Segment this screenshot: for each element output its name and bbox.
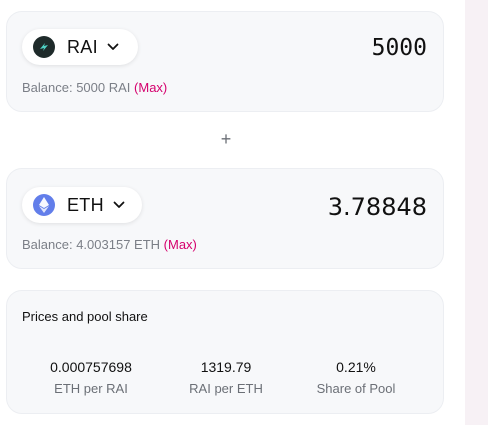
stat-rai-per-eth: 1319.79 RAI per ETH: [161, 359, 291, 396]
eth-token-icon: [33, 194, 55, 216]
rai-token-icon: [33, 36, 55, 58]
side-backdrop: [465, 0, 488, 425]
token-a-symbol: RAI: [67, 36, 98, 57]
add-liquidity-panel: RAI 5000 Balance: 5000 RAI (Max) + ETH 3…: [0, 0, 488, 425]
token-b-input-card: ETH 3.78848 Balance: 4.003157 ETH (Max): [6, 168, 444, 269]
stat-value: 0.21%: [336, 359, 376, 375]
chevron-down-icon: [107, 43, 119, 51]
stat-label: ETH per RAI: [54, 381, 128, 396]
pool-share-title: Prices and pool share: [22, 309, 148, 324]
token-b-balance: Balance: 4.003157 ETH (Max): [22, 237, 197, 252]
token-b-amount-input[interactable]: 3.78848: [328, 193, 427, 221]
plus-icon: +: [220, 129, 232, 149]
token-a-max-button[interactable]: (Max): [134, 80, 167, 95]
token-a-balance: Balance: 5000 RAI (Max): [22, 80, 167, 95]
stat-value: 1319.79: [200, 359, 252, 375]
stat-value: 0.000757698: [50, 359, 132, 375]
token-a-amount-input[interactable]: 5000: [372, 35, 427, 61]
stat-eth-per-rai: 0.000757698 ETH per RAI: [26, 359, 156, 396]
token-a-balance-label: Balance: 5000 RAI: [22, 80, 131, 95]
stat-label: RAI per ETH: [189, 381, 263, 396]
chevron-down-icon: [113, 201, 125, 209]
stat-share-of-pool: 0.21% Share of Pool: [291, 359, 421, 396]
token-b-max-button[interactable]: (Max): [164, 237, 197, 252]
token-b-symbol: ETH: [67, 194, 104, 215]
token-a-input-card: RAI 5000 Balance: 5000 RAI (Max): [6, 11, 444, 112]
pool-share-card: Prices and pool share 0.000757698 ETH pe…: [6, 290, 444, 414]
token-a-select-button[interactable]: RAI: [22, 29, 138, 65]
stat-label: Share of Pool: [316, 381, 396, 396]
token-b-balance-label: Balance: 4.003157 ETH: [22, 237, 161, 252]
token-b-select-button[interactable]: ETH: [22, 187, 142, 223]
